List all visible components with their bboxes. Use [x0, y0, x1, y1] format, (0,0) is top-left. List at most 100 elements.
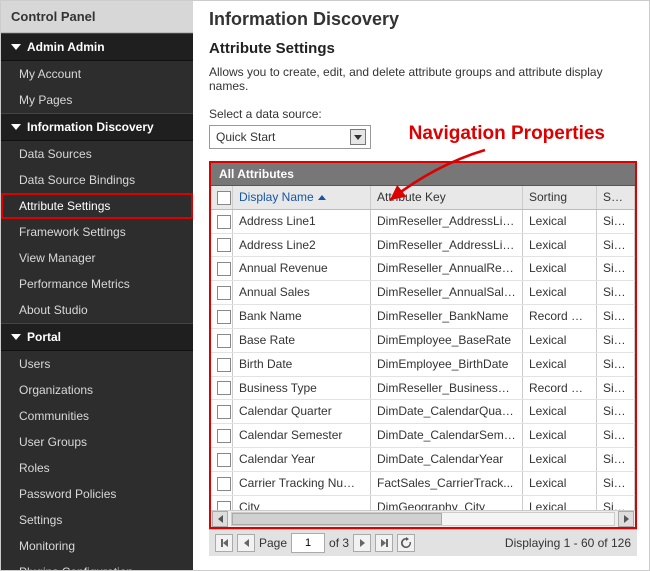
row-checkbox[interactable]: [217, 477, 231, 491]
row-checkbox[interactable]: [217, 262, 231, 276]
pager-page-input[interactable]: [291, 533, 325, 553]
row-checkbox[interactable]: [217, 429, 231, 443]
pager-refresh-button[interactable]: [397, 534, 415, 552]
table-row[interactable]: Calendar QuarterDimDate_CalendarQuarterL…: [211, 400, 635, 424]
cell-selection: Single: [597, 424, 635, 447]
table-row[interactable]: Carrier Tracking NumberFactSales_Carrier…: [211, 472, 635, 496]
sidebar-item[interactable]: My Account: [1, 61, 193, 87]
table-row[interactable]: Base RateDimEmployee_BaseRateLexicalSing…: [211, 329, 635, 353]
sidebar-item[interactable]: Monitoring: [1, 533, 193, 559]
cell-sorting: Lexical: [523, 472, 597, 495]
column-header-attribute-key[interactable]: Attribute Key: [371, 186, 523, 209]
select-all-checkbox[interactable]: [217, 191, 231, 205]
pager-prev-button[interactable]: [237, 534, 255, 552]
sidebar-item[interactable]: Password Policies: [1, 481, 193, 507]
cell-selection: Single: [597, 400, 635, 423]
row-checkbox[interactable]: [217, 381, 231, 395]
table-row[interactable]: Annual RevenueDimReseller_AnnualReve...L…: [211, 257, 635, 281]
nav-section-header[interactable]: Portal: [1, 323, 193, 351]
page-title: Information Discovery: [209, 9, 637, 30]
table-row[interactable]: Annual SalesDimReseller_AnnualSalesLexic…: [211, 281, 635, 305]
scroll-thumb[interactable]: [232, 513, 442, 525]
sidebar-item[interactable]: Users: [1, 351, 193, 377]
sidebar-item[interactable]: View Manager: [1, 245, 193, 271]
cell-sorting: Record Cou...: [523, 377, 597, 400]
sidebar-item[interactable]: Data Source Bindings: [1, 167, 193, 193]
cell-selection: Single: [597, 496, 635, 510]
cell-selection: Single: [597, 377, 635, 400]
main-content: Information Discovery Attribute Settings…: [193, 1, 649, 570]
horizontal-scrollbar[interactable]: [211, 510, 635, 527]
sidebar-item[interactable]: Data Sources: [1, 141, 193, 167]
scroll-track[interactable]: [231, 512, 615, 526]
cell-attribute-key: DimReseller_AnnualReve...: [371, 257, 523, 280]
column-header-selection[interactable]: Selection: [597, 186, 635, 209]
sidebar-item[interactable]: About Studio: [1, 297, 193, 323]
row-checkbox[interactable]: [217, 238, 231, 252]
chevron-down-icon: [11, 124, 21, 130]
cell-selection: Single: [597, 257, 635, 280]
table-row[interactable]: Bank NameDimReseller_BankNameRecord Cou.…: [211, 305, 635, 329]
column-header-display-name[interactable]: Display Name: [233, 186, 371, 209]
nav-section-header[interactable]: Admin Admin: [1, 33, 193, 61]
cell-attribute-key: DimReseller_AddressLin...: [371, 234, 523, 257]
table-row[interactable]: Calendar YearDimDate_CalendarYearLexical…: [211, 448, 635, 472]
sidebar: Control Panel Admin AdminMy AccountMy Pa…: [1, 1, 193, 570]
cell-attribute-key: DimDate_CalendarQuarter: [371, 400, 523, 423]
pager-page-label: Page: [259, 536, 287, 550]
sidebar-item[interactable]: Attribute Settings: [1, 193, 193, 219]
table-row[interactable]: Address Line1DimReseller_AddressLin...Le…: [211, 210, 635, 234]
row-checkbox[interactable]: [217, 215, 231, 229]
cell-display-name: Business Type: [233, 377, 371, 400]
pager-first-button[interactable]: [215, 534, 233, 552]
scroll-right-icon[interactable]: [618, 511, 634, 527]
table-row[interactable]: CityDimGeography_CityLexicalSingle: [211, 496, 635, 510]
row-checkbox[interactable]: [217, 501, 231, 510]
sidebar-item[interactable]: Communities: [1, 403, 193, 429]
row-checkbox[interactable]: [217, 286, 231, 300]
table-row[interactable]: Business TypeDimReseller_BusinessTypeRec…: [211, 377, 635, 401]
data-source-select[interactable]: Quick Start: [209, 125, 371, 149]
cell-attribute-key: DimDate_CalendarSemes...: [371, 424, 523, 447]
cell-attribute-key: DimReseller_BankName: [371, 305, 523, 328]
section-title: Attribute Settings: [209, 40, 637, 57]
sidebar-title: Control Panel: [1, 1, 193, 33]
column-header-sorting[interactable]: Sorting: [523, 186, 597, 209]
row-checkbox[interactable]: [217, 453, 231, 467]
cell-display-name: Calendar Quarter: [233, 400, 371, 423]
sidebar-item[interactable]: Roles: [1, 455, 193, 481]
cell-sorting: Lexical: [523, 424, 597, 447]
sidebar-item[interactable]: User Groups: [1, 429, 193, 455]
cell-attribute-key: DimReseller_AddressLin...: [371, 210, 523, 233]
chevron-down-icon: [11, 44, 21, 50]
cell-display-name: Base Rate: [233, 329, 371, 352]
row-checkbox[interactable]: [217, 334, 231, 348]
cell-sorting: Lexical: [523, 234, 597, 257]
cell-sorting: Lexical: [523, 496, 597, 510]
pager-last-button[interactable]: [375, 534, 393, 552]
pager-next-button[interactable]: [353, 534, 371, 552]
table-row[interactable]: Address Line2DimReseller_AddressLin...Le…: [211, 234, 635, 258]
sidebar-item[interactable]: Framework Settings: [1, 219, 193, 245]
table-row[interactable]: Birth DateDimEmployee_BirthDateLexicalSi…: [211, 353, 635, 377]
sidebar-item[interactable]: My Pages: [1, 87, 193, 113]
nav-section-header[interactable]: Information Discovery: [1, 113, 193, 141]
sidebar-item[interactable]: Settings: [1, 507, 193, 533]
sidebar-item[interactable]: Performance Metrics: [1, 271, 193, 297]
sidebar-item[interactable]: Organizations: [1, 377, 193, 403]
table-row[interactable]: Calendar SemesterDimDate_CalendarSemes..…: [211, 424, 635, 448]
cell-sorting: Lexical: [523, 400, 597, 423]
grid-body: Address Line1DimReseller_AddressLin...Le…: [211, 210, 635, 510]
dropdown-icon[interactable]: [350, 129, 366, 145]
cell-selection: Single: [597, 210, 635, 233]
cell-display-name: City: [233, 496, 371, 510]
cell-sorting: Record Cou...: [523, 305, 597, 328]
row-checkbox[interactable]: [217, 358, 231, 372]
scroll-left-icon[interactable]: [212, 511, 228, 527]
row-checkbox[interactable]: [217, 405, 231, 419]
row-checkbox[interactable]: [217, 310, 231, 324]
cell-display-name: Annual Sales: [233, 281, 371, 304]
cell-sorting: Lexical: [523, 448, 597, 471]
cell-display-name: Carrier Tracking Number: [233, 472, 371, 495]
sidebar-item[interactable]: Plugins Configuration: [1, 559, 193, 570]
